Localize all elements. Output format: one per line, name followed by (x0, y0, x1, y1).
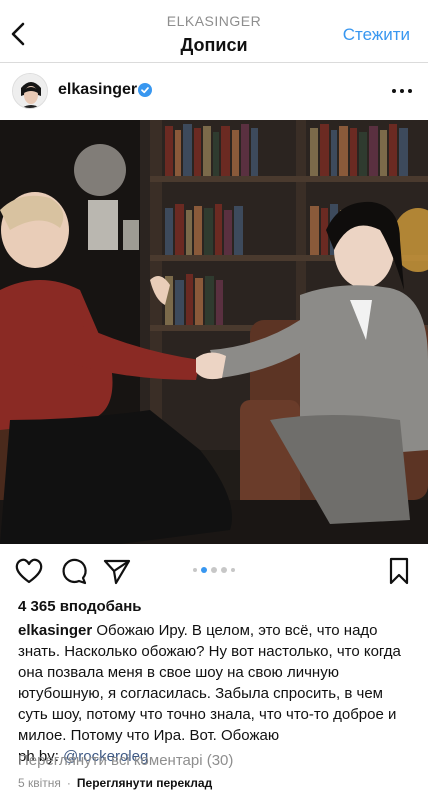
heart-icon (15, 558, 43, 584)
post-date: 5 квітня (18, 776, 61, 790)
verified-badge-icon (138, 83, 152, 97)
bookmark-icon (389, 557, 409, 585)
meta-separator: · (66, 776, 71, 790)
comment-icon (62, 558, 87, 585)
post-meta: 5 квітня · Переглянути переклад (18, 776, 212, 790)
save-button[interactable] (384, 556, 414, 586)
avatar-image (13, 74, 47, 108)
post-username[interactable]: elkasinger (58, 81, 137, 99)
post-photo[interactable] (0, 120, 428, 544)
like-button[interactable] (14, 556, 44, 586)
likes-count[interactable]: 4 365 вподобань (18, 598, 142, 615)
avatar[interactable] (12, 73, 48, 109)
post-action-bar (0, 548, 428, 592)
follow-button[interactable]: Стежити (343, 25, 410, 45)
share-button[interactable] (102, 556, 132, 586)
top-navigation-bar: ELKASINGER Дописи Стежити (0, 0, 428, 62)
view-comments-link[interactable]: Переглянути всі коментарі (30) (18, 752, 233, 769)
caption-text: Обожаю Иру. В целом, это всё, что надо з… (18, 622, 401, 744)
post-image (0, 120, 428, 544)
post-header: elkasinger (0, 62, 428, 120)
more-options-button[interactable] (390, 81, 414, 101)
carousel-indicator (193, 567, 235, 573)
translate-link[interactable]: Переглянути переклад (77, 776, 212, 790)
caption-username[interactable]: elkasinger (18, 622, 92, 639)
more-horizontal-icon (392, 89, 412, 93)
carousel-dot (193, 568, 197, 572)
carousel-dot (211, 567, 217, 573)
carousel-dot (221, 567, 227, 573)
comment-button[interactable] (58, 556, 88, 586)
post-caption: elkasinger Обожаю Иру. В целом, это всё,… (18, 620, 414, 767)
carousel-dot-active (201, 567, 207, 573)
carousel-dot (231, 568, 235, 572)
send-icon (103, 559, 131, 585)
